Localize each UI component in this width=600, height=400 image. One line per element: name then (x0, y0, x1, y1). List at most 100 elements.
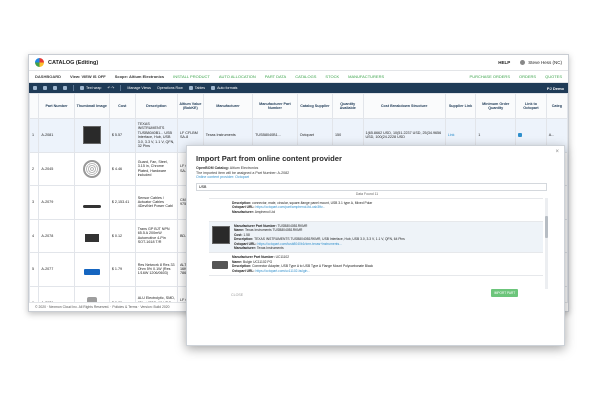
filter-icon[interactable] (43, 86, 47, 90)
column-header[interactable]: Minimum Order Quantity (475, 93, 517, 119)
column-header[interactable]: Cost (108, 93, 136, 119)
text-wrap-button[interactable]: Text wrap (80, 86, 101, 90)
result-details: Manufacturer Part Number: TUSB8040B1RKMR… (234, 224, 405, 251)
import-part-button[interactable]: IMPORT PART (491, 289, 518, 297)
column-header[interactable]: Description (134, 93, 178, 119)
close-button[interactable]: CLOSE (231, 293, 243, 297)
column-header[interactable]: Thumbnail Image (73, 93, 110, 119)
part-number-cell[interactable]: A-2081 (38, 118, 75, 153)
results-scrollbar[interactable] (545, 198, 548, 289)
close-icon[interactable]: × (555, 149, 559, 155)
nav-item[interactable]: AUTO ALLOCATION (219, 74, 256, 79)
column-header[interactable]: Link to Octopart (515, 93, 547, 119)
column-header[interactable]: Cost Breakdown Structure (362, 93, 446, 119)
operations-row-button[interactable]: Operations Row (157, 86, 183, 90)
sort-icon[interactable] (53, 86, 57, 90)
grid-icon[interactable] (33, 86, 37, 90)
thumbnail-cell[interactable] (73, 218, 110, 253)
description-cell[interactable]: Trans GP BJT NPN 65.5 A 200mW Automotive… (134, 218, 178, 253)
title-bar: CATALOG (Editing) HELP Steve Hess (NC) (29, 55, 568, 71)
column-header[interactable]: Categ (545, 93, 568, 119)
dashboard-link[interactable]: DASHBOARD (35, 74, 61, 79)
octopart-url-link[interactable]: https://octopart.com/tusb8040b1rkmr-texa… (257, 242, 341, 246)
part-number-cell[interactable]: A-2077 (38, 252, 75, 287)
description-cell[interactable]: Guard, Fan, Steel, 3.15 in, Chrome Plate… (134, 151, 178, 186)
octopart-url-link[interactable]: https://octopart.com/uc11102-bulgin... (255, 269, 310, 273)
row-number: 3 (29, 185, 40, 220)
column-icon[interactable] (63, 86, 67, 90)
description-cell[interactable]: TEXAS INSTRUMENTS TUSB8040B1... USB Inte… (134, 118, 178, 153)
scrollbar-thumb[interactable] (545, 216, 548, 238)
undo-redo-buttons[interactable]: ↶ ↷ (107, 86, 114, 90)
nav-bar: DASHBOARD View: VIEW IS OFF Scope: Altiu… (29, 71, 568, 83)
nav-item[interactable]: MANUFACTURERS (348, 74, 384, 79)
column-header[interactable] (29, 93, 40, 119)
results-count: Data Found 11 (355, 192, 379, 196)
nav-item[interactable]: QUOTES (545, 74, 562, 79)
nav-item[interactable]: CATALOGS (295, 74, 316, 79)
result-item[interactable]: Description: connector, male, circular, … (209, 199, 543, 222)
nav-item[interactable]: PART DATA (265, 74, 286, 79)
cost-cell[interactable]: $ 2,153.41 (108, 185, 136, 220)
cost-cell[interactable]: $ 4.46 (108, 151, 136, 186)
table-header-row: Part Number Thumbnail Image Cost Descrip… (29, 93, 568, 119)
description-cell[interactable]: Sensor Cables / Actuator Cables 4DeviNet… (134, 185, 178, 220)
toolbar-divider (73, 85, 74, 91)
toolbar: Text wrap ↶ ↷ Manage Views Operations Ro… (29, 83, 568, 93)
user-icon (520, 60, 526, 65)
column-header[interactable]: Part Number (38, 93, 75, 119)
column-header[interactable]: Quantity Available (331, 93, 364, 119)
part-number-cell[interactable]: A-2045 (38, 151, 75, 186)
result-item[interactable]: Manufacturer Part Number: UC11102 Name: … (209, 253, 543, 277)
row-number: 2 (29, 151, 40, 186)
thumbnail-cell[interactable] (73, 151, 110, 186)
auto-formats-button[interactable]: Auto formats (211, 86, 237, 90)
thumbnail-cell[interactable] (73, 185, 110, 220)
connector-thumbnail-icon (212, 261, 228, 270)
cable-thumbnail-icon (82, 204, 101, 208)
nav-item[interactable]: STOCK (325, 74, 339, 79)
column-header[interactable]: Catalog Supplier (296, 93, 333, 119)
row-number: 1 (29, 118, 40, 153)
result-details: Manufacturer Part Number: UC11102 Name: … (232, 255, 373, 273)
result-item[interactable]: Manufacturer Part Number: TUSB8040B1RKMR… (209, 222, 543, 254)
external-link-icon (518, 132, 523, 137)
nav-item[interactable]: PURCHASE ORDERS (470, 74, 510, 79)
manage-views-button[interactable]: Manage Views (127, 86, 151, 90)
modal-title: Import Part from online content provider (196, 154, 342, 163)
brand-label: PJ Demo (546, 85, 564, 91)
fan-guard-thumbnail-icon (82, 159, 101, 178)
part-number-cell[interactable]: A-2078 (38, 218, 75, 253)
help-menu[interactable]: HELP (498, 60, 510, 65)
scope-label: Scope: Altium Electronics (114, 74, 165, 79)
cost-cell[interactable]: $ 1.79 (108, 252, 136, 287)
cost-cell[interactable]: $ 0.12 (108, 218, 136, 253)
view-selector[interactable]: View: VIEW IS OFF (70, 74, 106, 79)
search-input[interactable] (196, 183, 547, 191)
nav-item[interactable]: ORDERS (519, 74, 536, 79)
row-number: 4 (29, 218, 40, 253)
part-number-cell[interactable]: A-2079 (38, 185, 75, 220)
description-cell[interactable]: Res Network 8 Res 33 Ohm 5% 0.1W (Res 1/… (134, 252, 178, 287)
resistor-network-thumbnail-icon (83, 269, 100, 276)
table-icon (188, 86, 193, 90)
app-title: CATALOG (Editing) (48, 59, 99, 66)
column-header[interactable]: Manufacturer Part Number (252, 93, 298, 119)
column-header[interactable]: Supplier Link (444, 93, 477, 119)
modal-subtitle: OpenBOM Catalog: Altium Electronics The … (196, 166, 289, 180)
thumbnail-cell[interactable] (73, 118, 110, 153)
wrap-icon (80, 86, 84, 90)
tables-button[interactable]: Tables (188, 86, 205, 90)
toolbar-divider (120, 85, 122, 91)
octopart-url-link[interactable]: https://octopart.com/part/amphenol-ltd-u… (255, 205, 325, 209)
thumbnail-cell[interactable] (73, 252, 110, 287)
column-header[interactable]: Manufacturer (202, 93, 254, 119)
transistor-thumbnail-icon (84, 234, 99, 243)
result-details: Description: connector, male, circular, … (232, 201, 373, 214)
column-header[interactable]: Altium Value (BobKE) (176, 93, 204, 119)
chip-thumbnail-icon (82, 126, 101, 145)
row-number: 5 (29, 252, 40, 287)
cost-cell[interactable]: $ 5.57 (108, 118, 136, 153)
nav-item[interactable]: INSTALL PRODUCT (173, 74, 210, 79)
user-menu[interactable]: Steve Hess (NC) (520, 60, 562, 65)
